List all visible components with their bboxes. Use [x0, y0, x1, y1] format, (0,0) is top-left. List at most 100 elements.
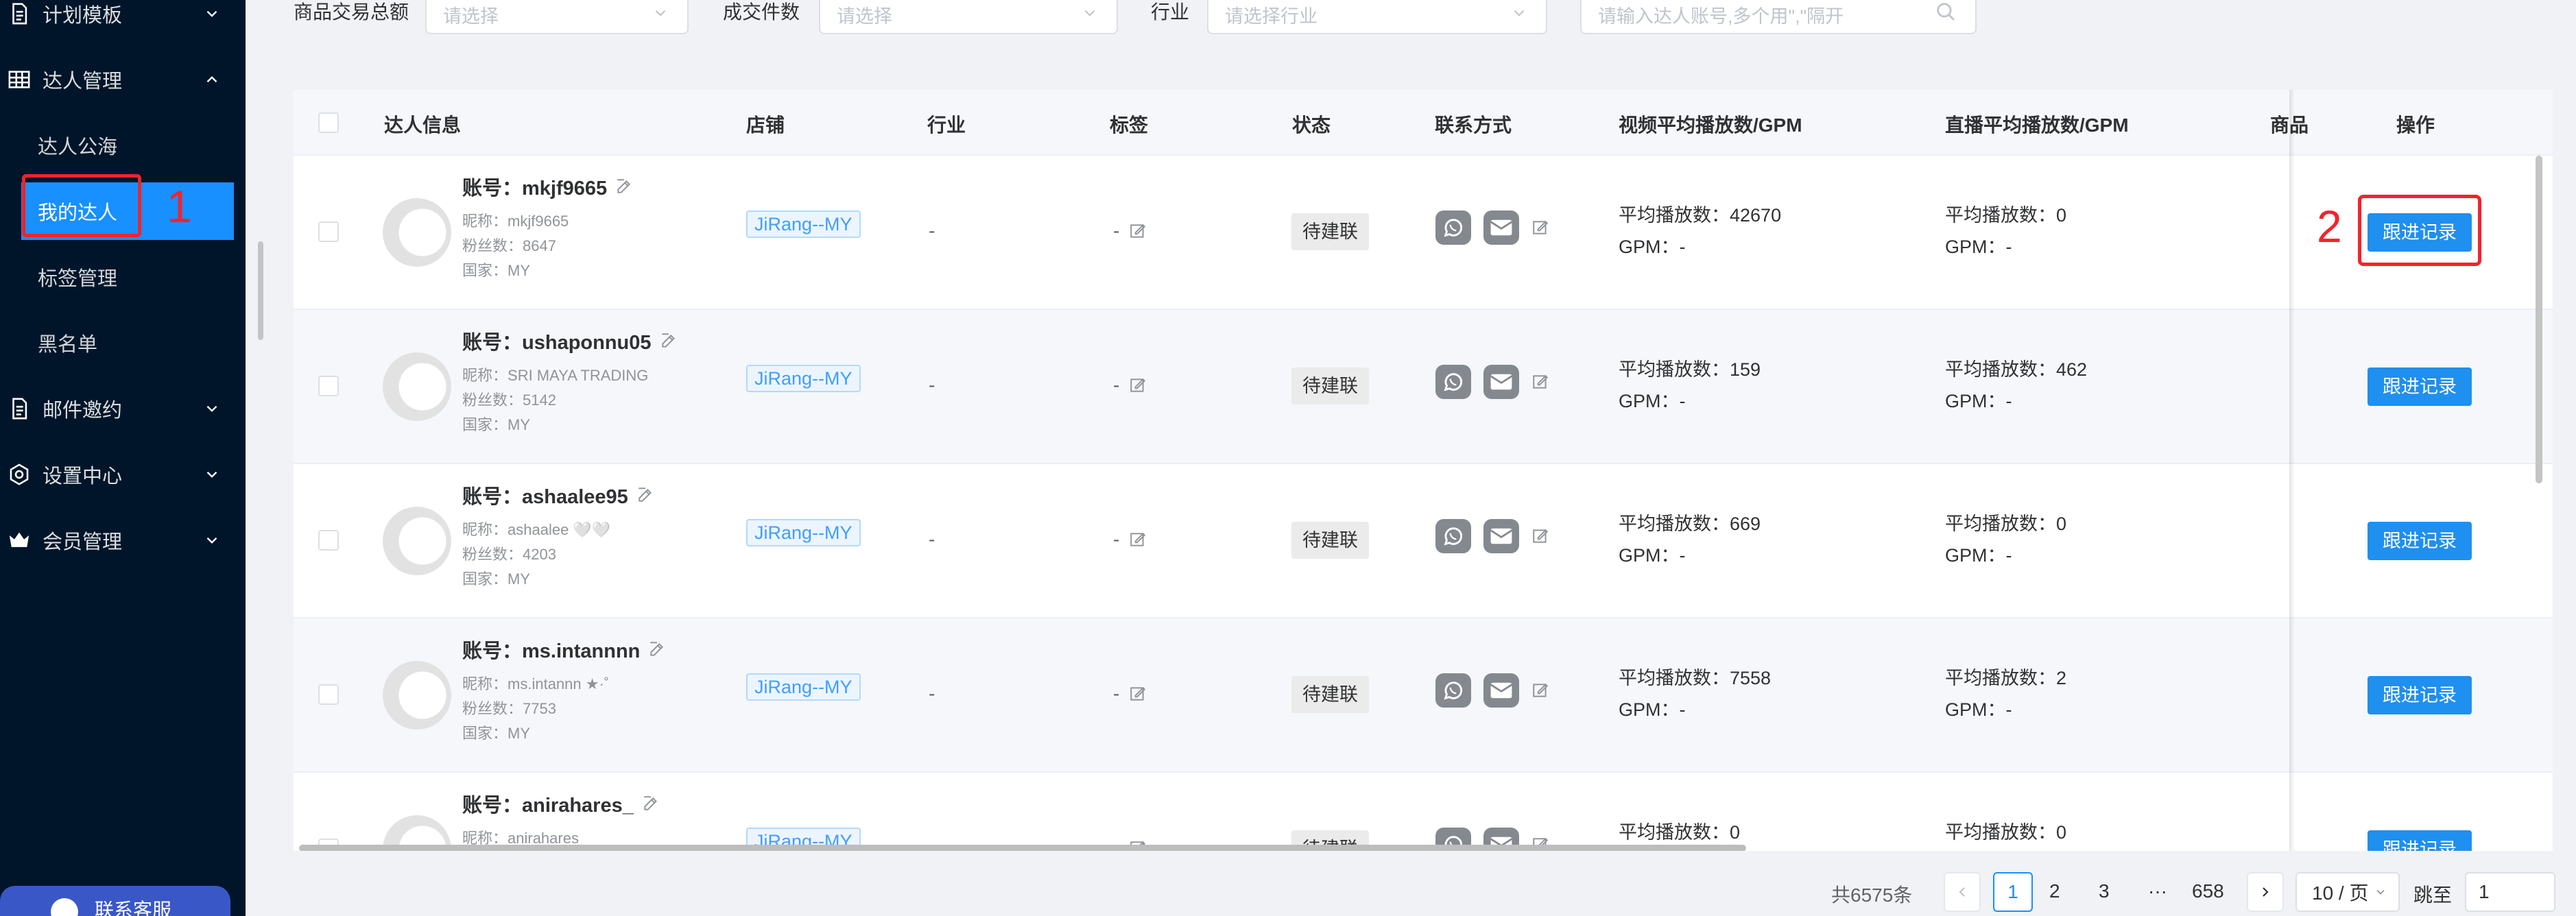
shop-tag[interactable]: JiRang--MY: [746, 673, 861, 701]
edit-icon[interactable]: [642, 795, 660, 812]
tag-value: -: [1113, 220, 1120, 241]
page-658[interactable]: 658: [2192, 880, 2224, 902]
industry-value: -: [929, 683, 935, 704]
gmv-select[interactable]: 请选择: [425, 0, 689, 34]
email-icon[interactable]: [1483, 519, 1519, 553]
shop-tag[interactable]: JiRang--MY: [746, 519, 861, 546]
tag-value: -: [1113, 374, 1120, 396]
nickname-line: 昵称：SRI MAYA TRADING: [462, 367, 649, 384]
edit-icon[interactable]: [1531, 373, 1549, 391]
row-checkbox[interactable]: [318, 684, 339, 705]
avatar[interactable]: [383, 352, 451, 421]
header-status: 状态: [1292, 114, 1331, 136]
header-video-play-gpm: 视频平均播放数/GPM: [1619, 114, 1802, 136]
shop-tag[interactable]: JiRang--MY: [746, 210, 861, 238]
contact-methods: [1435, 673, 1549, 708]
nav-email-invite[interactable]: 邮件邀约: [0, 376, 246, 442]
page-3[interactable]: 3: [2099, 880, 2110, 902]
jump-to-page-input[interactable]: 1: [2465, 872, 2555, 912]
video-avg-play: 平均播放数：159: [1619, 359, 1761, 380]
edit-icon[interactable]: [1129, 531, 1147, 549]
account-name: 账号：ushaponnu05: [462, 326, 678, 355]
whatsapp-icon[interactable]: [1435, 673, 1471, 708]
row-checkbox[interactable]: [318, 221, 339, 242]
nav-plan-template[interactable]: 计划模板: [0, 0, 246, 47]
live-avg-play: 平均播放数：2: [1945, 668, 2067, 688]
crown-icon: [7, 528, 32, 553]
page-1[interactable]: 1: [1993, 872, 2033, 912]
live-avg-play: 平均播放数：0: [1945, 514, 2067, 534]
nav-membership[interactable]: 会员管理: [0, 507, 246, 573]
creator-meta: 昵称：mkjf9665 粉丝数：8647 国家：MY: [462, 209, 569, 283]
status-badge: 待建联: [1291, 676, 1369, 713]
row-checkbox[interactable]: [318, 530, 339, 551]
avatar[interactable]: [383, 661, 451, 730]
chevron-down-icon: [206, 471, 217, 478]
table-row: 账号：ms.intannnn 昵称：ms.intannn ★·˚ 粉丝数：775…: [294, 618, 2553, 773]
edit-icon[interactable]: [660, 332, 678, 350]
select-all-checkbox[interactable]: [318, 112, 339, 133]
nav-public-pool[interactable]: 达人公海: [0, 112, 246, 178]
orders-select[interactable]: 请选择: [819, 0, 1118, 34]
email-icon[interactable]: [1483, 673, 1519, 708]
video-avg-play: 平均播放数：42670: [1619, 205, 1782, 226]
edit-icon[interactable]: [1129, 685, 1147, 703]
avatar[interactable]: [383, 507, 451, 575]
edit-icon[interactable]: [636, 486, 654, 504]
tag-value: -: [1113, 683, 1120, 704]
orders-filter-label: 成交件数: [723, 1, 800, 23]
edit-icon[interactable]: [1531, 219, 1549, 237]
page-size-select[interactable]: 10 / 页: [2295, 872, 2400, 912]
edit-icon[interactable]: [615, 178, 633, 195]
nav-tag-management[interactable]: 标签管理: [0, 244, 246, 310]
video-avg-play: 平均播放数：669: [1619, 514, 1761, 534]
header-industry: 行业: [927, 114, 966, 136]
chevron-down-icon: [655, 10, 666, 16]
table-icon: [7, 67, 32, 92]
page-scrollbar[interactable]: [258, 241, 263, 340]
headset-icon: [51, 898, 78, 916]
table-vertical-scrollbar[interactable]: [2536, 156, 2542, 483]
annotation-box-1: [22, 174, 141, 237]
email-icon[interactable]: [1483, 365, 1519, 399]
country-line: 国家：MY: [462, 725, 531, 742]
live-avg-play: 平均播放数：0: [1945, 822, 2067, 843]
edit-icon[interactable]: [1531, 682, 1549, 699]
contact-support-button[interactable]: 联系客服: [0, 886, 230, 916]
next-page-button[interactable]: [2247, 872, 2284, 912]
country-line: 国家：MY: [462, 416, 531, 433]
industry-value: -: [929, 220, 935, 241]
edit-icon[interactable]: [1531, 527, 1549, 545]
whatsapp-icon[interactable]: [1435, 365, 1471, 399]
chevron-down-icon: [2376, 889, 2385, 895]
nav-blacklist[interactable]: 黑名单: [0, 310, 246, 376]
edit-icon[interactable]: [1129, 222, 1147, 240]
chevron-down-icon: [206, 537, 217, 544]
email-icon[interactable]: [1483, 210, 1519, 245]
shop-tag[interactable]: JiRang--MY: [746, 365, 861, 392]
live-avg-play: 平均播放数：0: [1945, 205, 2067, 226]
account-name: 账号：ashaalee95: [462, 481, 654, 509]
document-icon: [7, 1, 32, 26]
table-horizontal-scrollbar[interactable]: [299, 845, 1746, 851]
page-2[interactable]: 2: [2049, 880, 2060, 902]
page-ellipsis[interactable]: ···: [2148, 880, 2167, 902]
edit-icon[interactable]: [648, 640, 666, 658]
contact-methods: [1435, 365, 1549, 399]
edit-icon[interactable]: [1129, 376, 1147, 394]
chevron-down-icon: [1084, 10, 1095, 16]
creator-meta: 昵称：ashaalee 🤍🤍 粉丝数：4203 国家：MY: [462, 518, 610, 592]
avatar[interactable]: [383, 198, 451, 267]
prev-page-button[interactable]: [1944, 872, 1981, 912]
row-checkbox[interactable]: [318, 376, 339, 396]
industry-select[interactable]: 请选择行业: [1207, 0, 1547, 34]
whatsapp-icon[interactable]: [1435, 210, 1471, 245]
account-search-input[interactable]: 请输入达人账号,多个用","隔开: [1580, 0, 1977, 34]
chevron-left-icon: [1959, 887, 1965, 897]
nav-settings-center[interactable]: 设置中心: [0, 442, 246, 507]
live-stats: 平均播放数：462 GPM：-: [1945, 354, 2087, 417]
nav-creator-management[interactable]: 达人管理: [0, 47, 246, 112]
fixed-column-shadow: [2289, 90, 2295, 851]
creator-meta: 昵称：ms.intannn ★·˚ 粉丝数：7753 国家：MY: [462, 672, 609, 746]
whatsapp-icon[interactable]: [1435, 519, 1471, 553]
